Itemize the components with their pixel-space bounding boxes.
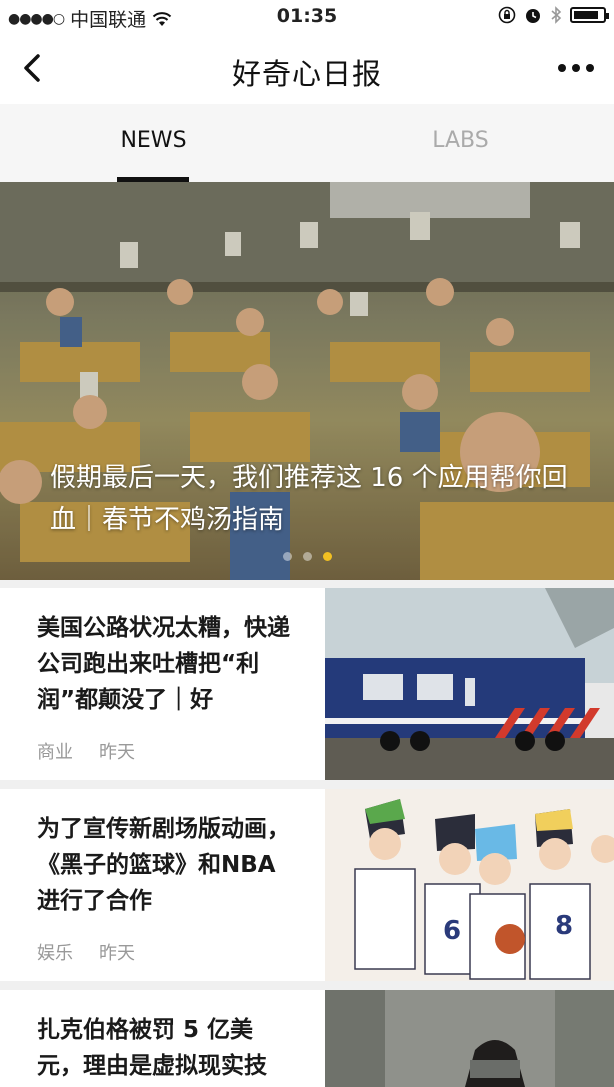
feed-card[interactable]: 美国公路状况太糟，快递公司跑出来吐槽把“利润”都颠没了｜好 商业 昨天: [0, 588, 614, 780]
article-title: 美国公路状况太糟，快递公司跑出来吐槽把“利润”都颠没了｜好: [37, 615, 290, 713]
svg-text:8: 8: [555, 911, 573, 941]
feed-card[interactable]: 为了宣传新剧场版动画，《黑子的篮球》和NBA进行了合作 娱乐 昨天 68: [0, 789, 614, 981]
tab-labs[interactable]: LABS: [307, 128, 614, 153]
article-category: 娱乐: [37, 943, 73, 964]
carousel-indicator: [0, 552, 614, 561]
carousel-dot[interactable]: [282, 552, 292, 561]
orientation-lock-icon: [498, 6, 516, 24]
svg-text:6: 6: [443, 916, 461, 946]
article-time: 昨天: [99, 943, 135, 964]
article-category: 商业: [37, 742, 73, 763]
more-dot: [558, 64, 566, 72]
article-meta: 娱乐 昨天: [37, 939, 135, 965]
article-thumbnail: 68: [325, 789, 614, 981]
article-time: 昨天: [99, 742, 135, 763]
article-thumbnail: [325, 990, 614, 1087]
article-meta: 商业 昨天: [37, 738, 135, 764]
feed-card[interactable]: 扎克伯格被罚 5 亿美元，理由是虚拟现实技: [0, 990, 614, 1087]
alarm-icon: [526, 9, 540, 23]
more-dot: [586, 64, 594, 72]
page-title: 好奇心日报: [231, 57, 382, 91]
carousel-dot-active[interactable]: [322, 552, 332, 561]
nav-bar: 好奇心日报: [0, 34, 614, 104]
article-thumbnail: [325, 588, 614, 780]
tab-bar: NEWS LABS: [0, 104, 614, 182]
article-title: 为了宣传新剧场版动画，《黑子的篮球》和NBA进行了合作: [37, 816, 290, 914]
battery-icon: [570, 7, 609, 23]
more-icon[interactable]: [558, 64, 594, 72]
article-title: 扎克伯格被罚 5 亿美元，理由是虚拟现实技: [37, 1017, 267, 1079]
bluetooth-icon: [551, 6, 562, 24]
status-right: [498, 6, 609, 24]
featured-banner[interactable]: 假期最后一天，我们推荐这 16 个应用帮你回血｜春节不鸡汤指南: [0, 182, 614, 580]
carousel-dot[interactable]: [302, 552, 312, 561]
more-dot: [572, 64, 580, 72]
status-bar: ●●●●○ 中国联通 01:35: [0, 0, 614, 34]
tab-news[interactable]: NEWS: [0, 128, 307, 153]
banner-title: 假期最后一天，我们推荐这 16 个应用帮你回血｜春节不鸡汤指南: [50, 463, 568, 535]
